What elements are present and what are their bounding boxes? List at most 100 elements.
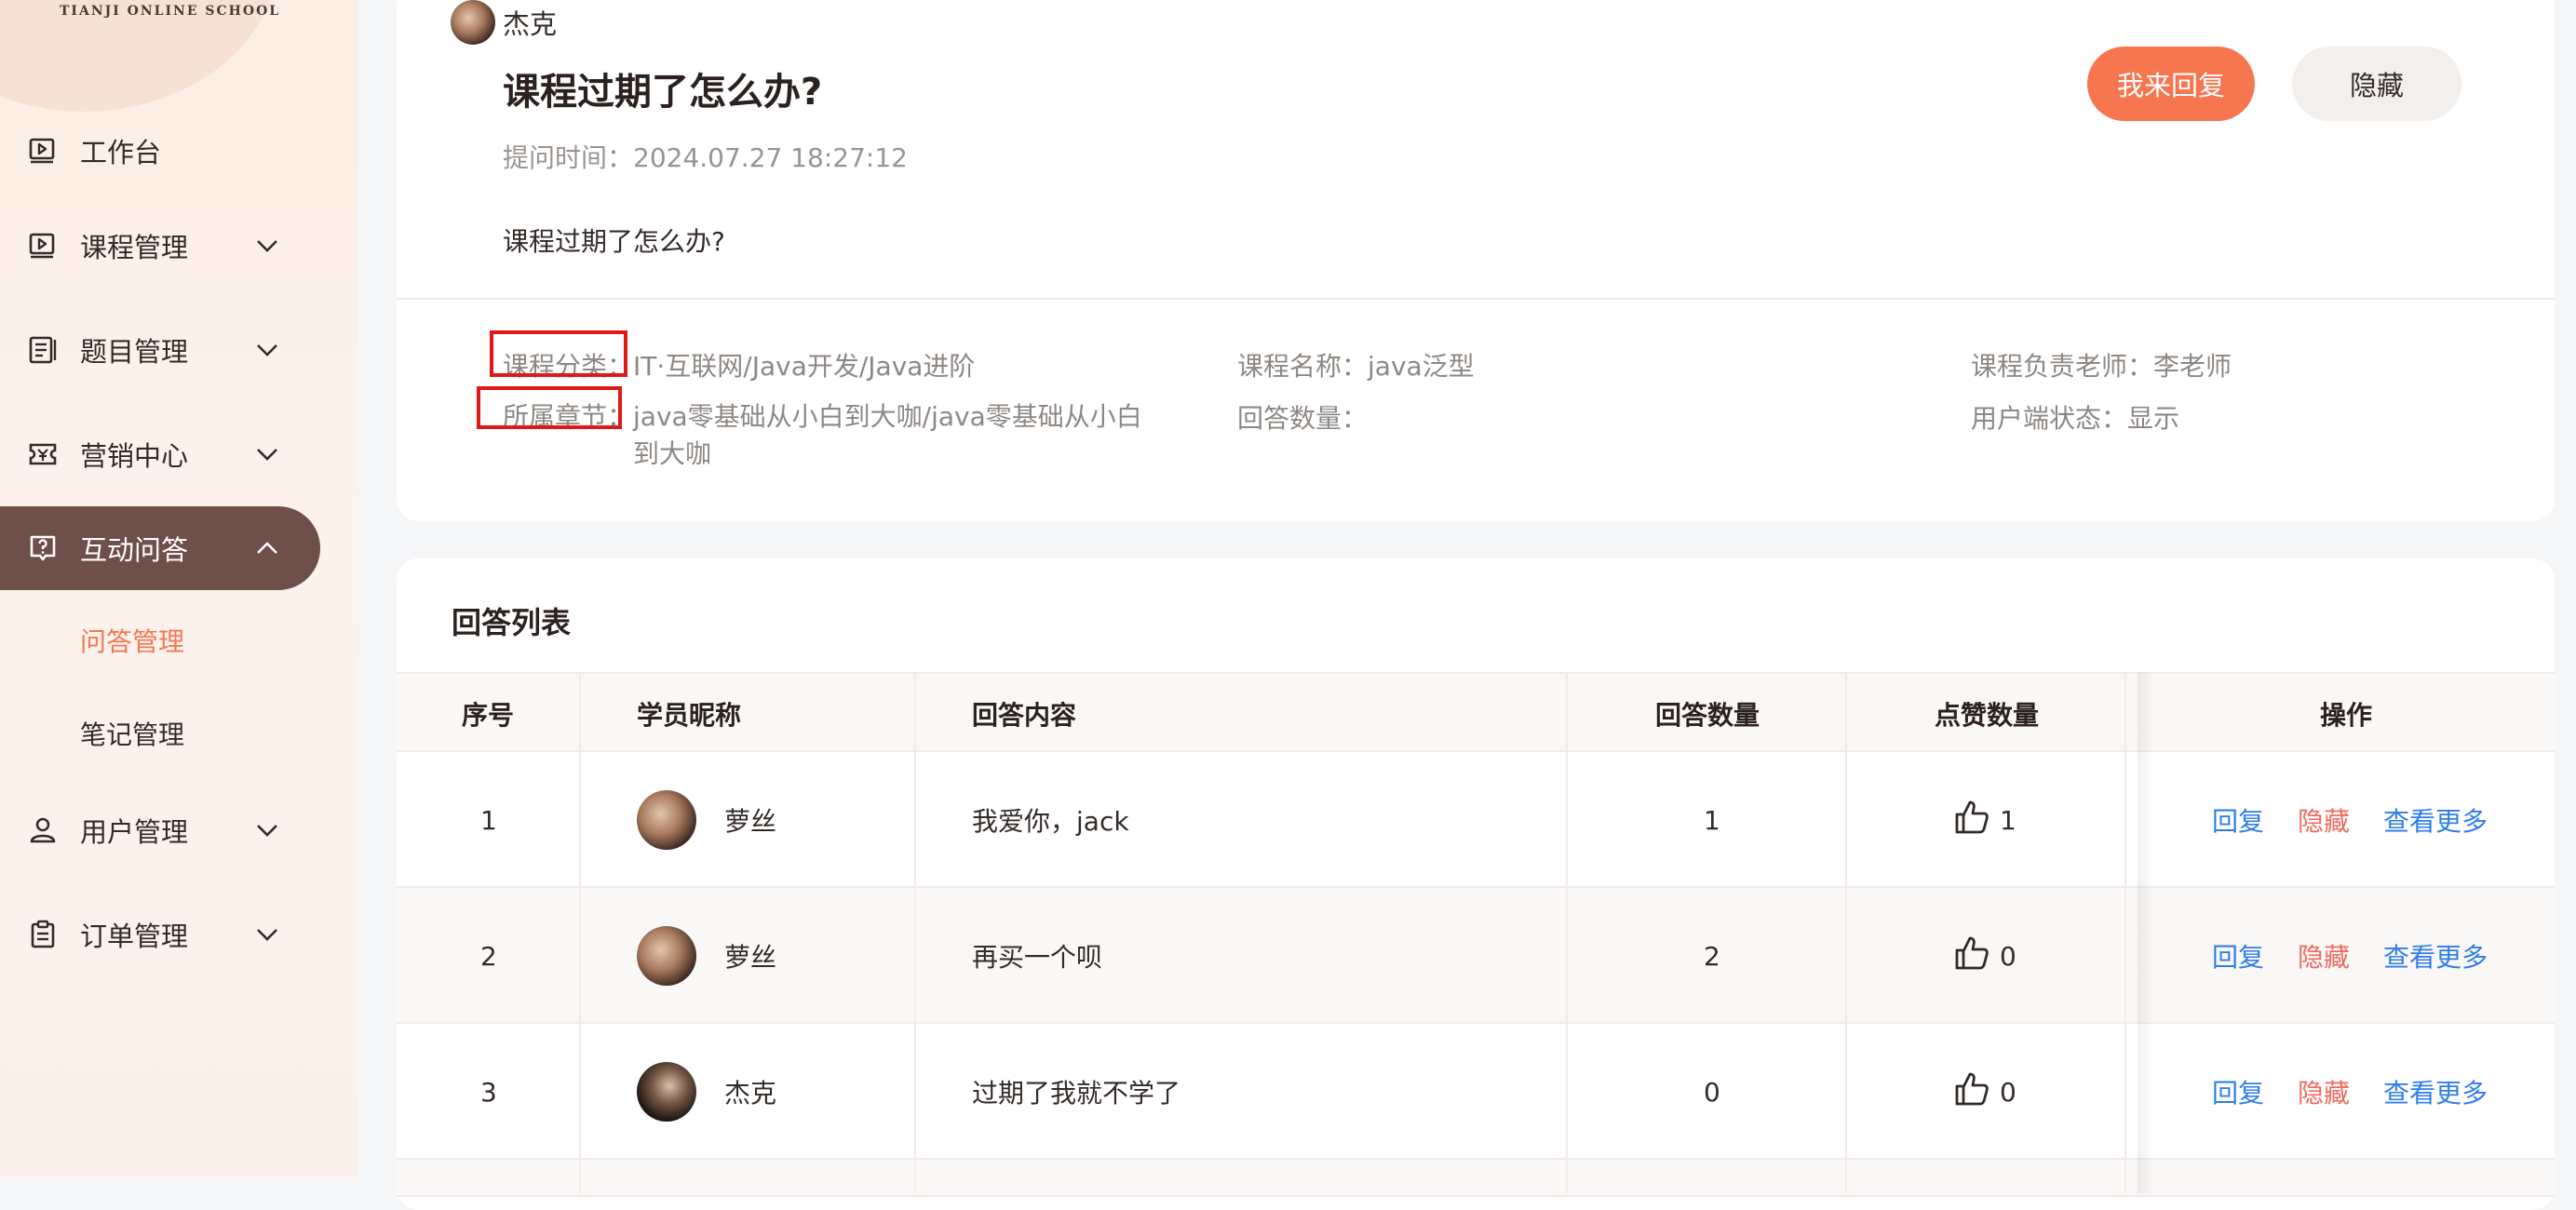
column-header-no: 序号 (462, 700, 515, 731)
sidebar-item-label: 营销中心 (80, 440, 189, 472)
chevron-down-icon (253, 336, 281, 364)
view-more-link[interactable]: 查看更多 (2383, 801, 2488, 839)
view-more-link[interactable]: 查看更多 (2383, 1073, 2488, 1110)
hide-link[interactable]: 隐藏 (2298, 937, 2350, 975)
asker-name: 杰克 (503, 8, 558, 40)
hide-link[interactable]: 隐藏 (2298, 801, 2350, 839)
cell-answer-count: 2 (1704, 940, 1720, 972)
column-header-actions: 操作 (2320, 700, 2373, 731)
nickname: 萝丝 (724, 806, 777, 837)
play-square-icon (26, 229, 60, 262)
table-header: 序号 学员昵称 回答内容 回答数量 点赞数量 操作 (397, 672, 2555, 752)
column-header-answer-count: 回答数量 (1655, 700, 1760, 731)
reply-link[interactable]: 回复 (2212, 937, 2264, 975)
sidebar-item-questions-bank[interactable]: 题目管理 (0, 308, 320, 392)
avatar (637, 790, 696, 850)
cell-no: 1 (480, 804, 497, 836)
avatar (637, 1062, 696, 1122)
coupon-icon (26, 437, 60, 471)
sidebar-subitem-qa-management[interactable]: 问答管理 (80, 622, 184, 659)
table-row: 3 杰克 过期了我就不学了 0 0 回复 隐藏 查看更多 (397, 1024, 2555, 1160)
cell-content: 再买一个呗 (972, 942, 1103, 973)
column-header-nickname: 学员昵称 (637, 700, 742, 731)
column-header-content: 回答内容 (972, 700, 1077, 731)
question-time: 提问时间：2024.07.27 18:27:12 (503, 142, 908, 173)
avatar (451, 0, 495, 45)
cell-like-count: 0 (1953, 1024, 2016, 1160)
thumbs-up-icon[interactable] (1953, 1070, 1990, 1114)
meta-user-status: 用户端状态：显示 (1971, 403, 2180, 434)
column-divider (1566, 672, 1568, 1193)
sidebar-item-courses[interactable]: 课程管理 (0, 204, 320, 288)
chevron-down-icon (253, 921, 281, 948)
chevron-down-icon (253, 440, 281, 468)
sidebar-item-label: 题目管理 (80, 336, 189, 368)
thumbs-up-icon[interactable] (1953, 934, 1990, 978)
cell-like-count: 1 (1953, 752, 2016, 888)
clipboard-icon (26, 918, 60, 951)
sidebar-item-label: 互动问答 (80, 534, 189, 566)
like-count: 1 (2000, 804, 2016, 836)
cell-nickname: 萝丝 (637, 752, 776, 888)
hide-link[interactable]: 隐藏 (2298, 1073, 2350, 1110)
cell-no: 3 (480, 1076, 497, 1108)
answer-list-title: 回答列表 (452, 605, 572, 640)
column-header-like-count: 点赞数量 (1935, 700, 2040, 731)
question-body: 课程过期了怎么办? (503, 226, 725, 257)
sidebar-item-workbench[interactable]: 工作台 (0, 109, 320, 193)
question-title: 课程过期了怎么办? (503, 71, 823, 114)
column-divider (579, 672, 581, 1193)
meta-category-value: IT·互联网/Java开发/Java进阶 (633, 351, 976, 382)
fixed-column-shadow (2138, 672, 2154, 1193)
asker-info: 杰克 (451, 0, 557, 45)
sidebar: TIANJI ONLINE SCHOOL 工作台 课程管理 题目管理 营销中心 … (0, 0, 357, 1177)
sidebar-item-label: 课程管理 (80, 232, 189, 263)
table-row: 1 萝丝 我爱你，jack 1 1 回复 隐藏 查看更多 (397, 752, 2555, 888)
like-count: 0 (2000, 1076, 2016, 1108)
user-icon (26, 813, 60, 847)
hide-button[interactable]: 隐藏 (2292, 47, 2461, 121)
like-count: 0 (2000, 940, 2016, 972)
highlight-box (477, 386, 622, 429)
column-divider (1845, 672, 1847, 1193)
sidebar-item-orders[interactable]: 订单管理 (0, 893, 320, 976)
sidebar-item-marketing[interactable]: 营销中心 (0, 412, 320, 496)
highlight-box (490, 330, 627, 377)
view-more-link[interactable]: 查看更多 (2383, 937, 2488, 975)
cell-nickname: 杰克 (637, 1024, 776, 1160)
cell-no: 2 (480, 940, 497, 972)
meta-course-name: 课程名称：java泛型 (1237, 351, 1475, 382)
cell-content: 我爱你，jack (972, 806, 1129, 837)
reply-link[interactable]: 回复 (2212, 1073, 2264, 1110)
sidebar-item-users[interactable]: 用户管理 (0, 788, 320, 872)
meta-chapter-value: java零基础从小白到大咖/java零基础从小白 (633, 401, 1142, 432)
divider (397, 298, 2555, 300)
reply-link[interactable]: 回复 (2212, 801, 2264, 839)
cell-like-count: 0 (1953, 888, 2016, 1024)
question-icon (26, 531, 60, 565)
logo-text: TIANJI ONLINE SCHOOL (60, 4, 281, 19)
nickname: 萝丝 (724, 942, 777, 973)
table-row (397, 1160, 2555, 1197)
chevron-down-icon (253, 232, 281, 260)
list-doc-icon (26, 333, 60, 367)
cell-answer-count: 0 (1704, 1076, 1720, 1108)
sidebar-item-label: 订单管理 (80, 921, 189, 952)
table-row: 2 萝丝 再买一个呗 2 0 回复 隐藏 查看更多 (397, 888, 2555, 1024)
column-divider (914, 672, 916, 1193)
play-square-icon (26, 134, 60, 168)
sidebar-item-label: 工作台 (80, 137, 162, 168)
column-divider (2124, 672, 2126, 1193)
cell-actions: 回复 隐藏 查看更多 (2212, 752, 2488, 888)
meta-chapter-value-cont: 到大咖 (633, 438, 712, 469)
cell-actions: 回复 隐藏 查看更多 (2212, 888, 2488, 1024)
sidebar-subitem-notes-management[interactable]: 笔记管理 (80, 715, 184, 752)
reply-button[interactable]: 我来回复 (2087, 47, 2255, 121)
cell-actions: 回复 隐藏 查看更多 (2212, 1024, 2488, 1160)
thumbs-up-icon[interactable] (1953, 799, 1990, 842)
cell-nickname: 萝丝 (637, 888, 776, 1024)
sidebar-item-qa[interactable]: 互动问答 (0, 506, 320, 590)
cell-answer-count: 1 (1704, 804, 1720, 836)
nickname: 杰克 (724, 1078, 777, 1109)
avatar (637, 926, 696, 986)
